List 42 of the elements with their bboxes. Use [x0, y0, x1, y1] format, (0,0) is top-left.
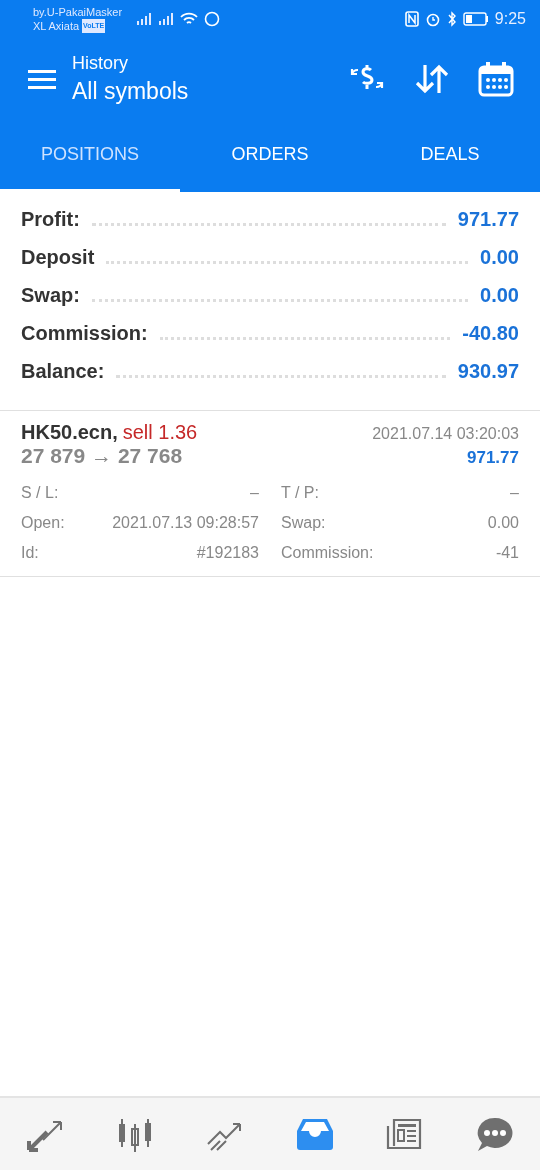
signal-icon [158, 13, 175, 25]
detail-value: -41 [495, 544, 519, 562]
detail-value: – [250, 484, 259, 502]
detail-label: Id: [21, 544, 39, 562]
carrier-name: XL Axiata [33, 19, 80, 33]
position-symbol: HK50.ecn, [21, 421, 118, 444]
detail-value: 2021.07.13 09:28:57 [112, 514, 259, 532]
bluetooth-icon [446, 11, 457, 27]
detail-label: Open: [21, 514, 65, 532]
summary-value: 930.97 [457, 360, 519, 383]
detail-value: – [510, 484, 519, 502]
detail-label: T / P: [281, 484, 319, 502]
symbol-filter[interactable]: All symbols [72, 78, 189, 105]
summary-value: -40.80 [462, 322, 519, 345]
carrier-name: by.U-PakaiMasker [33, 5, 123, 19]
price-range: 27 879 → 27 768 [21, 444, 183, 468]
tab[interactable]: DEALS [360, 120, 540, 192]
summary-label: Commission: [21, 322, 148, 345]
tab[interactable]: POSITIONS [0, 120, 180, 192]
wifi-icon [180, 12, 199, 26]
summary-label: Swap: [21, 284, 80, 307]
nfc-icon [404, 11, 419, 27]
summary-label: Balance: [21, 360, 105, 383]
detail-label: Commission: [281, 544, 374, 562]
signal-icon [136, 13, 153, 25]
summary-value: 971.77 [457, 208, 519, 231]
detail-value: #192183 [196, 544, 259, 562]
status-time: 9:25 [494, 10, 526, 28]
detail-value: 0.00 [487, 514, 519, 532]
battery-icon [462, 12, 489, 26]
tab[interactable]: ORDERS [180, 120, 360, 192]
position-side: sell 1.36 [122, 421, 198, 444]
screen-title: History [72, 53, 129, 74]
summary-label: Profit: [21, 208, 80, 231]
close-time: 2021.07.14 03:20:03 [372, 425, 519, 443]
alarm-icon [424, 11, 441, 27]
position-profit: 971.77 [467, 448, 519, 468]
summary-value: 0.00 [480, 246, 519, 269]
detail-label: Swap: [281, 514, 326, 532]
summary-label: Deposit [21, 246, 95, 269]
summary-value: 0.00 [480, 284, 519, 307]
detail-label: S / L: [21, 484, 59, 502]
